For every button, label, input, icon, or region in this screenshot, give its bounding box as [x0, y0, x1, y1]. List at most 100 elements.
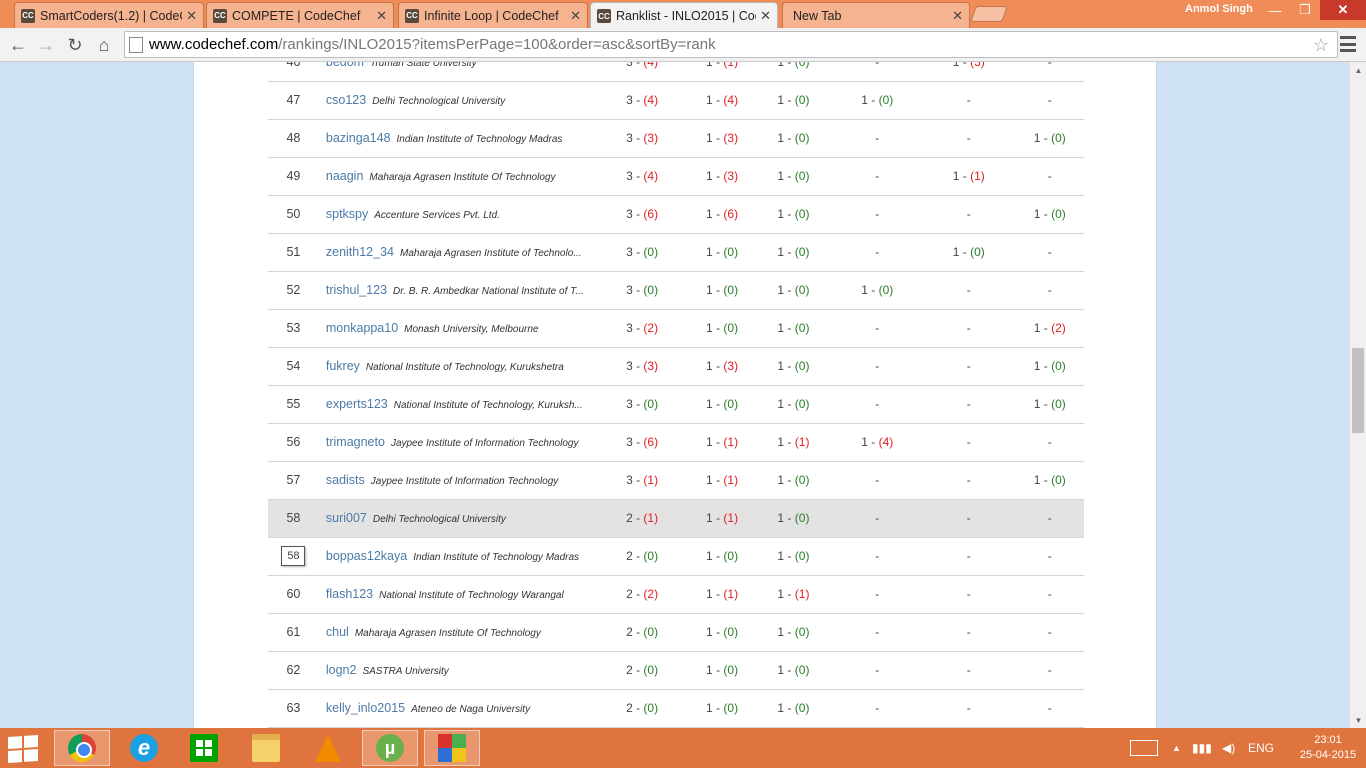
show-hidden-icons-icon[interactable]: ▲ — [1172, 728, 1181, 768]
problem-score-cell: 1 - (0) — [777, 321, 810, 335]
problem-score-cell: - — [832, 499, 922, 537]
score-value: - — [875, 473, 880, 487]
user-handle-link[interactable]: monkappa10 — [326, 321, 398, 335]
tab-infinite-loop[interactable]: CC Infinite Loop | CodeChef ✕ — [398, 2, 588, 28]
user-handle-link[interactable]: trimagneto — [326, 435, 385, 449]
problem-score-cell: - — [832, 689, 922, 727]
taskbar-vlc[interactable] — [300, 730, 356, 766]
problem-score-cell: - — [1015, 271, 1084, 309]
close-tab-icon[interactable]: ✕ — [186, 8, 197, 24]
problem-score-cell: - — [922, 461, 1015, 499]
rank-cell: 56 — [268, 423, 319, 461]
profile-name[interactable]: Anmol Singh — [1185, 3, 1253, 15]
user-cell: trimagneto Jaypee Institute of Informatio… — [319, 423, 595, 461]
scroll-down-icon[interactable]: ▼ — [1350, 712, 1366, 728]
rank-value: 51 — [286, 245, 301, 259]
user-handle-link[interactable]: boppas12kaya — [326, 549, 407, 563]
user-handle-link[interactable]: cso123 — [326, 93, 366, 107]
taskbar-utorrent[interactable]: µ — [362, 730, 418, 766]
score-value: 1 — [706, 93, 713, 107]
problem-score-cell: 1 - (1) — [706, 587, 739, 601]
tab-ranklist[interactable]: CC Ranklist - INLO2015 | Cod ✕ — [590, 2, 778, 29]
total-score-cell: 2 - (0) — [626, 549, 659, 563]
user-handle-link[interactable]: flash123 — [326, 587, 373, 601]
reload-icon[interactable]: ↻ — [63, 33, 87, 57]
score-value: - — [1047, 549, 1052, 563]
language-indicator[interactable]: ENG — [1248, 728, 1274, 768]
maximize-icon[interactable]: ❐ — [1290, 0, 1320, 20]
score-value: - — [875, 169, 880, 183]
user-handle-link[interactable]: trishul_123 — [326, 283, 387, 297]
new-tab-button[interactable] — [970, 6, 1008, 22]
rank-value: 53 — [286, 321, 301, 335]
user-handle-link[interactable]: kelly_inlo2015 — [326, 701, 405, 715]
problem-score-cell: - — [922, 271, 1015, 309]
user-handle-link[interactable]: bedom — [326, 62, 364, 69]
user-handle-link[interactable]: bazinga148 — [326, 131, 391, 145]
tab-title: COMPETE | CodeChef — [232, 8, 361, 23]
taskbar-app[interactable] — [424, 730, 480, 766]
chrome-menu-icon[interactable] — [1340, 36, 1356, 52]
institution-label: National Institute of Technology, Kuruks… — [393, 400, 583, 411]
problem-score-cell: - — [922, 537, 1015, 575]
bookmark-star-icon[interactable]: ☆ — [1313, 35, 1329, 56]
keyboard-icon[interactable] — [1130, 728, 1158, 768]
user-handle-link[interactable]: logn2 — [326, 663, 357, 677]
user-handle-link[interactable]: zenith12_34 — [326, 245, 394, 259]
rank-cell: 47 — [268, 81, 319, 119]
close-tab-icon[interactable]: ✕ — [760, 8, 771, 24]
taskbar-internet-explorer[interactable]: e — [116, 730, 172, 766]
rank-cell: 51 — [268, 233, 319, 271]
close-tab-icon[interactable]: ✕ — [952, 8, 963, 24]
taskbar-store[interactable] — [176, 730, 232, 766]
vertical-scrollbar[interactable]: ▲ ▼ — [1349, 62, 1366, 728]
tab-smartcoders[interactable]: CC SmartCoders(1.2) | CodeC ✕ — [14, 2, 204, 28]
user-handle-link[interactable]: chul — [326, 625, 349, 639]
user-handle-link[interactable]: suri007 — [326, 511, 367, 525]
close-window-icon[interactable]: ✕ — [1320, 0, 1366, 20]
problem-score-cell: - — [832, 347, 922, 385]
tab-strip: CC SmartCoders(1.2) | CodeC ✕ CC COMPETE… — [0, 0, 1366, 29]
score-value: 1 — [706, 663, 713, 677]
score-value: - — [1048, 62, 1052, 69]
tab-compete[interactable]: CC COMPETE | CodeChef ✕ — [206, 2, 394, 28]
problem-score-cell: 1 - (1) — [777, 587, 810, 601]
problem-score-cell: 1 - (0) — [1033, 473, 1066, 487]
clock[interactable]: 23:01 25-04-2015 — [1298, 733, 1358, 763]
network-icon[interactable]: ▮▮▮ — [1192, 728, 1212, 768]
penalty-value: 3 — [974, 62, 981, 69]
taskbar-chrome[interactable] — [54, 730, 110, 766]
user-handle-link[interactable]: fukrey — [326, 359, 360, 373]
start-button-icon[interactable] — [8, 734, 38, 764]
rank-value: 56 — [286, 435, 301, 449]
score-value: - — [966, 283, 971, 297]
user-cell: sadists Jaypee Institute of Information T… — [319, 461, 595, 499]
problem-score-cell: - — [1015, 613, 1084, 651]
home-icon[interactable]: ⌂ — [92, 33, 116, 57]
penalty-value: 0 — [1055, 359, 1062, 373]
scrollbar-thumb[interactable] — [1352, 348, 1364, 433]
institution-label: Jaypee Institute of Information Technolo… — [370, 476, 559, 487]
scroll-up-icon[interactable]: ▲ — [1350, 62, 1366, 78]
problem-score-cell: - — [922, 81, 1015, 119]
user-handle-link[interactable]: sadists — [326, 473, 365, 487]
address-bar[interactable]: www.codechef.com/rankings/INLO2015?items… — [124, 31, 1338, 58]
minimize-icon[interactable]: — — [1260, 0, 1290, 20]
user-handle-link[interactable]: sptkspy — [326, 207, 368, 221]
clock-time: 23:01 — [1314, 734, 1342, 746]
volume-icon[interactable]: ◀) — [1222, 728, 1235, 768]
problem-score-cell: 1 - (1) — [706, 473, 739, 487]
problem-score-cell: 1 - (3) — [922, 62, 1015, 81]
score-value: 1 — [706, 131, 713, 145]
close-tab-icon[interactable]: ✕ — [570, 8, 581, 24]
close-tab-icon[interactable]: ✕ — [376, 8, 387, 24]
user-handle-link[interactable]: experts123 — [326, 397, 388, 411]
back-icon[interactable]: ← — [6, 33, 30, 57]
forward-icon[interactable]: → — [34, 33, 58, 57]
tab-new-tab[interactable]: New Tab ✕ — [782, 2, 970, 28]
taskbar-file-explorer[interactable] — [238, 730, 294, 766]
tab-title: Infinite Loop | CodeChef — [424, 8, 559, 23]
rank-value: 46 — [286, 62, 300, 69]
institution-label: Maharaja Agrasen Institute Of Technology — [369, 172, 556, 183]
user-handle-link[interactable]: naagin — [326, 169, 364, 183]
